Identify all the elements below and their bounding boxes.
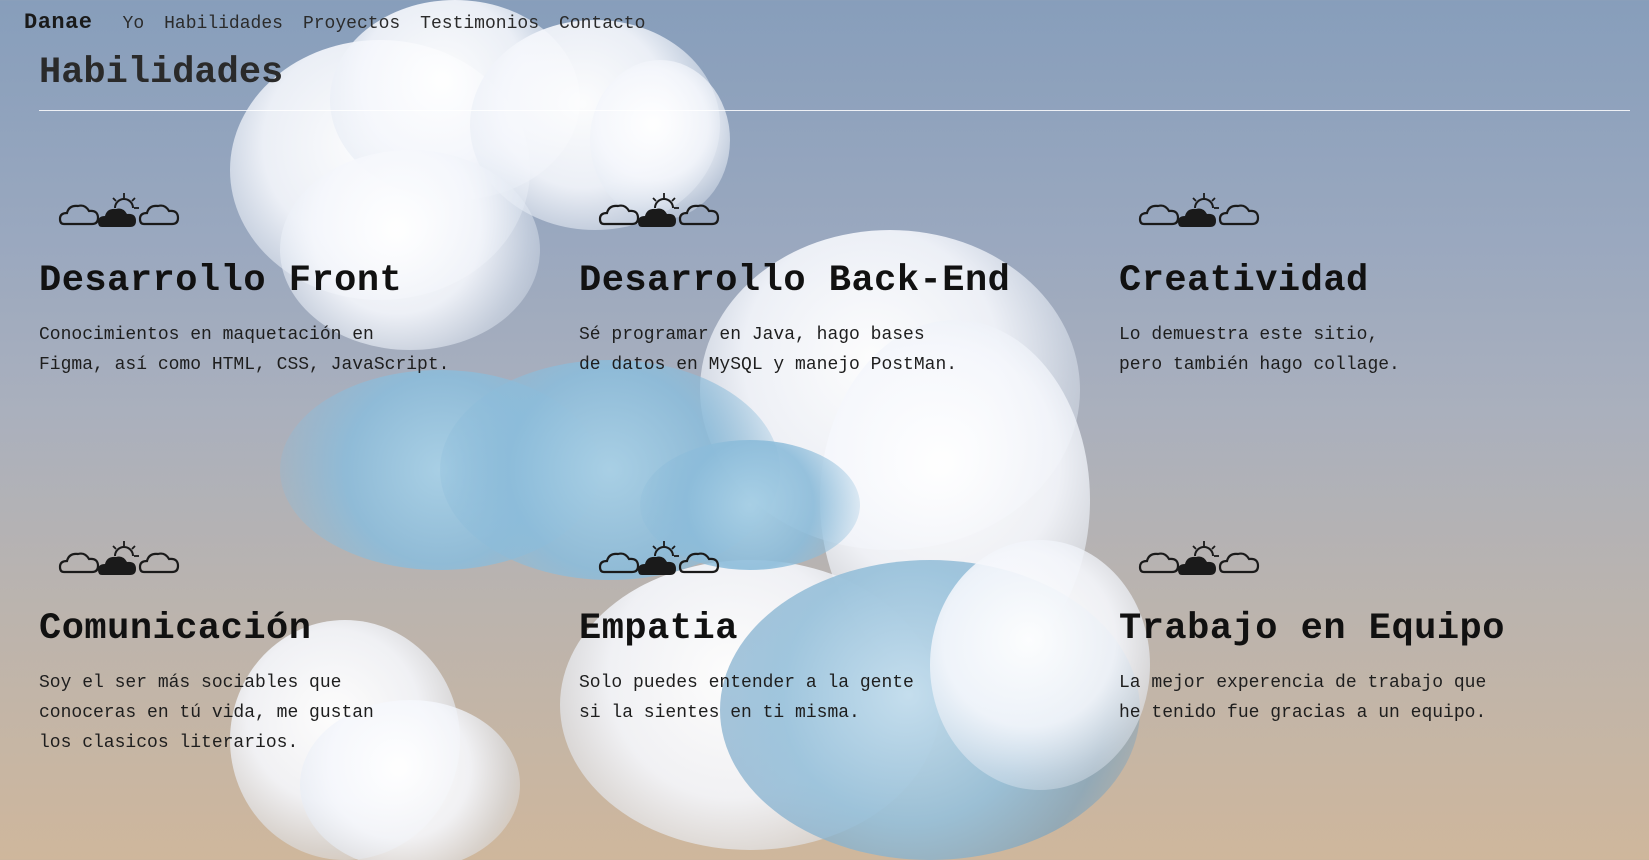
nav-link-contacto[interactable]: Contacto	[559, 14, 645, 34]
clouds-and-sun-icon	[1138, 193, 1260, 227]
top-nav: Danae Yo Habilidades Proyectos Testimoni…	[24, 10, 665, 35]
skill-description: Sé programar en Java, hago bases de dato…	[579, 325, 958, 375]
clouds-and-sun-icon	[598, 541, 720, 575]
skill-description: Solo puedes entender a la gente si la si…	[579, 673, 914, 723]
clouds-and-sun-icon	[1138, 541, 1260, 575]
skill-title: Trabajo en Equipo	[1119, 608, 1505, 650]
skill-title: Desarrollo Front	[39, 260, 403, 302]
section-divider	[39, 110, 1630, 111]
nav-link-yo[interactable]: Yo	[123, 14, 145, 34]
clouds-and-sun-icon	[58, 193, 180, 227]
skill-description: Soy el ser más sociables que conoceras e…	[39, 673, 374, 753]
clouds-and-sun-icon	[58, 541, 180, 575]
skill-description: La mejor experencia de trabajo que he te…	[1119, 673, 1487, 723]
section-title: Habilidades	[39, 52, 284, 94]
skill-title: Creatividad	[1119, 260, 1369, 302]
nav-link-proyectos[interactable]: Proyectos	[303, 14, 400, 34]
clouds-and-sun-icon	[598, 193, 720, 227]
brand-logo-text[interactable]: Danae	[24, 10, 93, 35]
skill-title: Empatia	[579, 608, 738, 650]
skill-description: Lo demuestra este sitio, pero también ha…	[1119, 325, 1400, 375]
skill-description: Conocimientos en maquetación en Figma, a…	[39, 325, 450, 375]
nav-link-testimonios[interactable]: Testimonios	[420, 14, 539, 34]
skill-title: Desarrollo Back-End	[579, 260, 1011, 302]
skill-title: Comunicación	[39, 608, 312, 650]
nav-link-habilidades[interactable]: Habilidades	[164, 14, 283, 34]
